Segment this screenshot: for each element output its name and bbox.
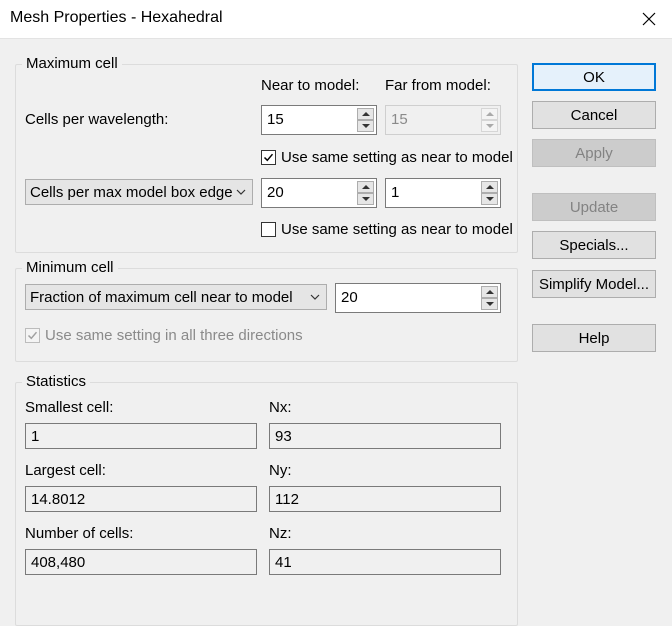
far-header: Far from model:: [385, 77, 491, 94]
cancel-button[interactable]: Cancel: [532, 101, 656, 129]
same-setting-checkbox-2[interactable]: [261, 222, 276, 237]
edge-far-spinbox[interactable]: 1: [385, 178, 501, 208]
arrow-up-icon: [361, 112, 370, 116]
window-title: Mesh Properties - Hexahedral: [10, 9, 223, 26]
cpw-far-spinbox: 15: [385, 105, 501, 135]
checkmark-icon: [263, 153, 274, 162]
spin-down-button[interactable]: [481, 193, 498, 205]
checkmark-icon: [27, 331, 38, 340]
maximum-cell-title: Maximum cell: [22, 56, 122, 72]
chevron-down-icon: [236, 189, 246, 195]
title-bar: Mesh Properties - Hexahedral: [0, 0, 672, 39]
arrow-down-icon: [485, 302, 494, 306]
minimum-cell-title: Minimum cell: [22, 260, 118, 276]
cpw-far-value: 15: [391, 111, 408, 128]
same-setting-label-2: Use same setting as near to model: [281, 221, 513, 238]
same-directions-checkbox: [25, 328, 40, 343]
apply-button[interactable]: Apply: [532, 139, 656, 167]
ny-value: 112: [275, 491, 299, 508]
arrow-down-icon: [485, 124, 494, 128]
arrow-up-icon: [361, 185, 370, 189]
nx-label: Nx:: [269, 399, 292, 416]
arrow-up-icon: [485, 185, 494, 189]
edge-far-value: 1: [391, 184, 400, 201]
spin-down-button[interactable]: [357, 193, 374, 205]
spin-up-button[interactable]: [481, 181, 498, 193]
arrow-up-icon: [485, 290, 494, 294]
statistics-title: Statistics: [22, 374, 91, 390]
near-header: Near to model:: [261, 77, 360, 94]
largest-cell-value: 14.8012: [31, 491, 86, 508]
nz-value: 41: [275, 554, 292, 571]
nx-field: 93: [269, 423, 501, 449]
ny-label: Ny:: [269, 462, 292, 479]
edge-near-spinbox[interactable]: 20: [261, 178, 377, 208]
spin-up-button[interactable]: [357, 108, 374, 120]
smallest-cell-field: 1: [25, 423, 257, 449]
spin-up-button[interactable]: [481, 286, 498, 298]
number-of-cells-value: 408,480: [31, 554, 86, 571]
dialog-body: Maximum cell Near to model: Far from mod…: [0, 39, 672, 626]
spin-up-button[interactable]: [357, 181, 374, 193]
cpw-near-value: 15: [267, 111, 284, 128]
close-button[interactable]: [626, 0, 672, 38]
ok-button[interactable]: OK: [532, 63, 656, 91]
help-button[interactable]: Help: [532, 324, 656, 352]
nx-value: 93: [275, 428, 292, 445]
min-cell-spinbox[interactable]: 20: [335, 283, 501, 313]
cpw-near-spinbox[interactable]: 15: [261, 105, 377, 135]
spin-up-button: [481, 108, 498, 120]
update-button[interactable]: Update: [532, 193, 656, 221]
ny-field: 112: [269, 486, 501, 512]
smallest-cell-label: Smallest cell:: [25, 399, 114, 416]
number-of-cells-field: 408,480: [25, 549, 257, 575]
same-setting-checkbox-1[interactable]: [261, 150, 276, 165]
largest-cell-label: Largest cell:: [25, 462, 106, 479]
simplify-model-button[interactable]: Simplify Model...: [532, 270, 656, 298]
number-of-cells-label: Number of cells:: [25, 525, 134, 542]
nz-label: Nz:: [269, 525, 292, 542]
same-setting-label-1: Use same setting as near to model: [281, 149, 513, 166]
edge-mode-dropdown[interactable]: Cells per max model box edge: [25, 179, 253, 205]
spin-down-button[interactable]: [357, 120, 374, 132]
arrow-down-icon: [361, 197, 370, 201]
cells-per-wavelength-label: Cells per wavelength:: [25, 111, 169, 128]
nz-field: 41: [269, 549, 501, 575]
chevron-down-icon: [310, 294, 320, 300]
close-icon: [642, 12, 656, 26]
arrow-down-icon: [485, 197, 494, 201]
largest-cell-field: 14.8012: [25, 486, 257, 512]
min-cell-mode-value: Fraction of maximum cell near to model: [30, 289, 293, 306]
min-cell-value: 20: [341, 289, 358, 306]
smallest-cell-value: 1: [31, 428, 40, 445]
same-directions-label: Use same setting in all three directions: [45, 327, 303, 344]
edge-mode-value: Cells per max model box edge: [30, 184, 233, 201]
arrow-down-icon: [361, 124, 370, 128]
min-cell-mode-dropdown[interactable]: Fraction of maximum cell near to model: [25, 284, 327, 310]
spin-down-button: [481, 120, 498, 132]
edge-near-value: 20: [267, 184, 284, 201]
arrow-up-icon: [485, 112, 494, 116]
spin-down-button[interactable]: [481, 298, 498, 310]
specials-button[interactable]: Specials...: [532, 231, 656, 259]
